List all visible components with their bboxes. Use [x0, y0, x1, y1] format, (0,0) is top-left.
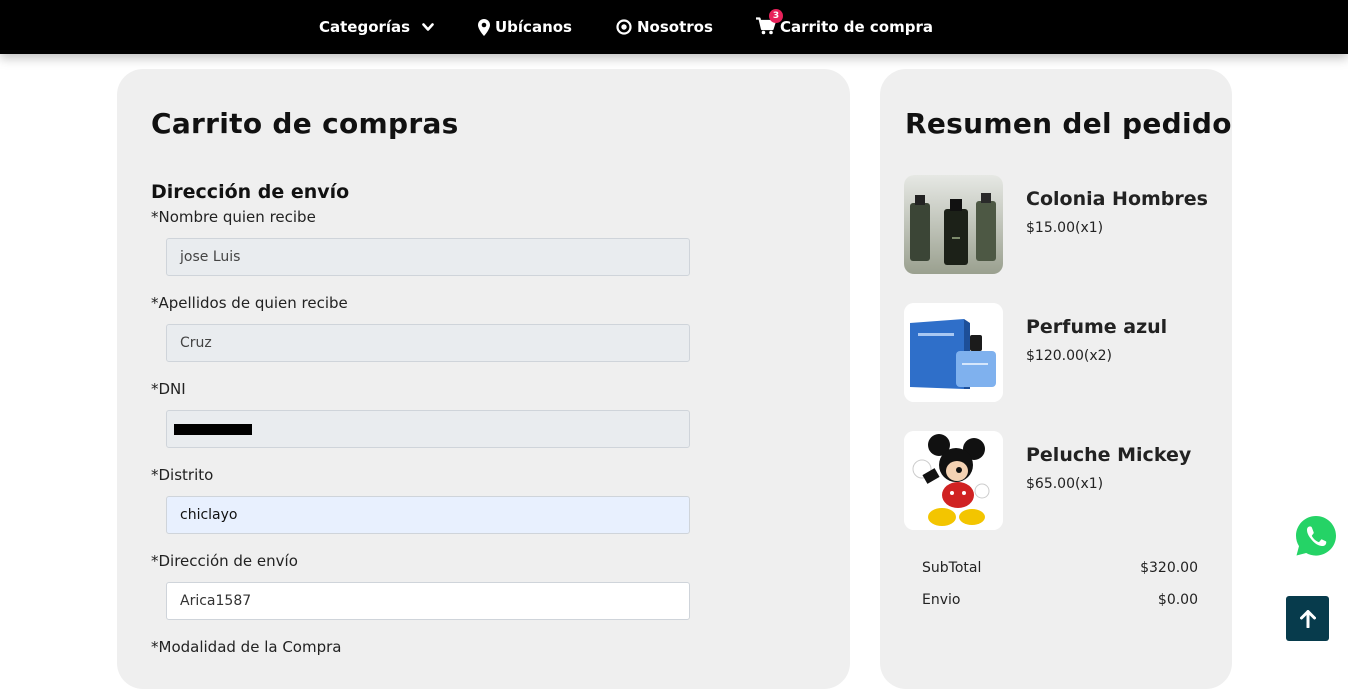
address-value: Arica1587: [180, 593, 252, 609]
last-name-label: *Apellidos de quien recibe: [151, 294, 348, 312]
nav-cart[interactable]: 3 Carrito de compra: [756, 0, 933, 54]
top-nav: Categorías Ubícanos Nosotros 3 Carrito d…: [0, 0, 1348, 54]
chevron-down-icon: [422, 22, 434, 31]
subtotal-value: $320.00: [1140, 560, 1198, 576]
back-to-top-button[interactable]: [1286, 596, 1329, 641]
whatsapp-icon: [1296, 516, 1336, 556]
district-field[interactable]: chiclayo: [166, 496, 690, 534]
last-name-value: Cruz: [180, 335, 212, 351]
nav-categories[interactable]: Categorías: [319, 0, 434, 54]
nav-location-label: Ubícanos: [495, 18, 572, 36]
district-value: chiclayo: [180, 507, 238, 523]
address-field[interactable]: Arica1587: [166, 582, 690, 620]
shipping-cost-row: Envio $0.00: [922, 592, 1198, 608]
product-name: Perfume azul: [1026, 316, 1168, 338]
nav-cart-label: Carrito de compra: [780, 18, 933, 36]
product-name: Colonia Hombres: [1026, 188, 1208, 210]
whatsapp-button[interactable]: [1294, 514, 1338, 558]
address-label: *Dirección de envío: [151, 552, 298, 570]
last-name-field[interactable]: Cruz: [166, 324, 690, 362]
order-summary-panel: Resumen del pedido Colonia Hombres $15.0…: [880, 69, 1232, 689]
summary-item: Perfume azul $120.00(x2): [904, 303, 1204, 403]
shipping-cost-label: Envio: [922, 592, 961, 608]
nav-categories-label: Categorías: [319, 18, 411, 36]
dni-label: *DNI: [151, 380, 186, 398]
mickey-plush-image: [904, 431, 1003, 530]
blue-perfume-image: [904, 303, 1003, 402]
cart-count-badge: 3: [769, 9, 783, 23]
district-label: *Distrito: [151, 466, 214, 484]
cart-form-panel: Carrito de compras Dirección de envío *N…: [117, 69, 850, 689]
nav-about[interactable]: Nosotros: [616, 0, 713, 54]
first-name-field[interactable]: jose Luis: [166, 238, 690, 276]
first-name-label: *Nombre quien recibe: [151, 208, 316, 226]
subtotal-row: SubTotal $320.00: [922, 560, 1198, 576]
arrow-up-icon: [1299, 609, 1316, 628]
summary-item: Colonia Hombres $15.00(x1): [904, 175, 1208, 275]
map-pin-icon: [478, 18, 490, 36]
dni-field[interactable]: [166, 410, 690, 448]
cart-icon-wrapper: 3: [756, 9, 783, 37]
shipping-cost-value: $0.00: [1157, 592, 1198, 608]
nav-location[interactable]: Ubícanos: [478, 0, 572, 54]
shipping-heading: Dirección de envío: [151, 181, 350, 203]
first-name-value: jose Luis: [180, 249, 241, 265]
product-name: Peluche Mickey: [1026, 444, 1192, 466]
product-price: $65.00(x1): [1026, 476, 1104, 492]
purchase-mode-label: *Modalidad de la Compra: [151, 638, 342, 656]
product-price: $120.00(x2): [1026, 348, 1113, 364]
nav-about-label: Nosotros: [637, 18, 713, 36]
subtotal-label: SubTotal: [922, 560, 982, 576]
product-price: $15.00(x1): [1026, 220, 1104, 236]
cart-title: Carrito de compras: [151, 107, 459, 140]
dni-redacted-value: [174, 423, 252, 435]
summary-title: Resumen del pedido: [905, 107, 1232, 140]
cologne-bottles-image: [904, 175, 1003, 274]
target-circle-icon: [616, 19, 632, 35]
summary-item: Peluche Mickey $65.00(x1): [904, 431, 1204, 531]
